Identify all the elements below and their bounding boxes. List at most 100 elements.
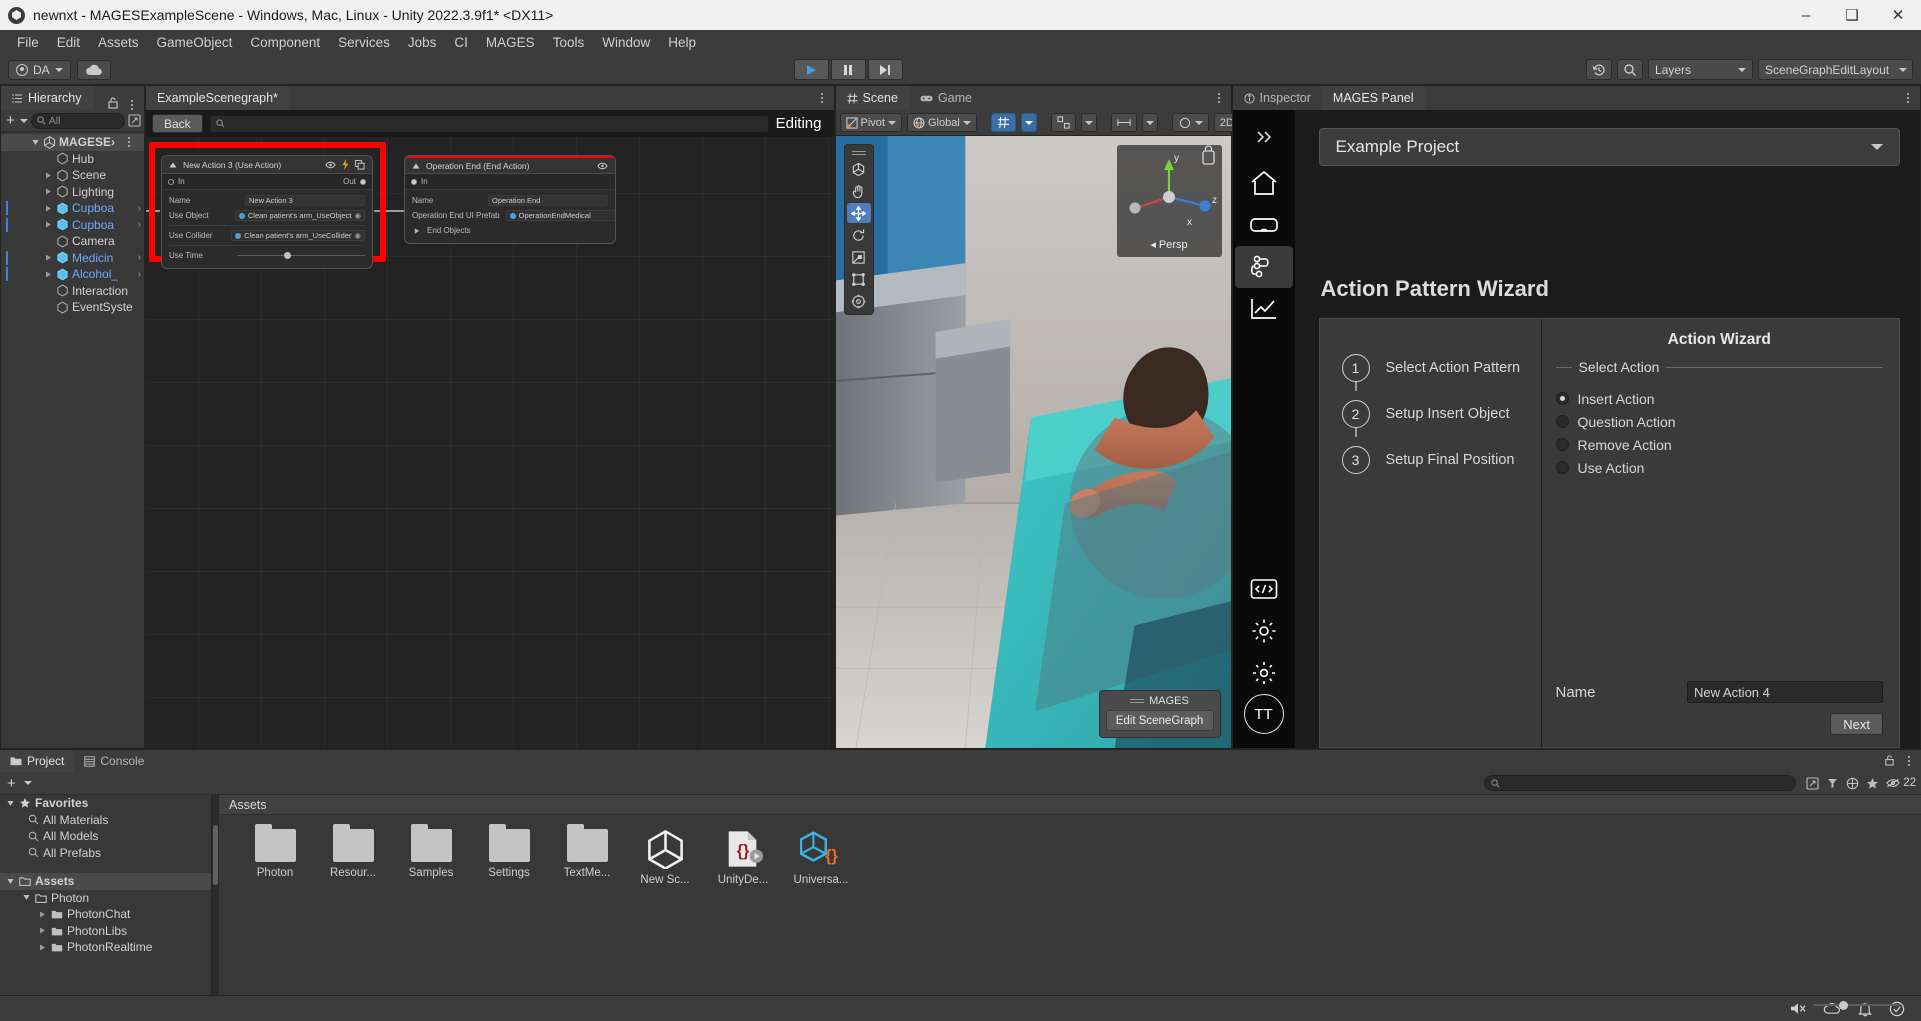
asset-zoom-slider[interactable] <box>1813 999 1899 1011</box>
hand-tool-button[interactable] <box>847 159 871 179</box>
menu-item-file[interactable]: File <box>8 30 48 55</box>
overlay-header[interactable]: MAGES <box>1100 691 1220 710</box>
eye-icon[interactable] <box>325 161 336 169</box>
hierarchy-item-hub[interactable]: Hub <box>1 151 144 168</box>
rail-vr-button[interactable] <box>1233 204 1295 246</box>
slider-knob[interactable] <box>284 252 291 259</box>
view-tool-dropdown[interactable] <box>1141 113 1158 132</box>
scene-tool-strip[interactable] <box>843 144 874 315</box>
menu-item-services[interactable]: Services <box>329 30 399 55</box>
layers-dropdown[interactable]: Layers <box>1648 59 1753 80</box>
menu-item-window[interactable]: Window <box>593 30 659 55</box>
chevron-right-icon[interactable] <box>31 139 40 146</box>
scene-view-gizmo[interactable]: y z x ◂ Persp <box>1116 145 1222 257</box>
project-selector-dropdown[interactable]: Example Project <box>1318 128 1900 166</box>
hierarchy-item-lighting[interactable]: Lighting <box>1 184 144 201</box>
step-button[interactable] <box>867 59 903 80</box>
search-button[interactable] <box>1617 59 1643 80</box>
rect-tool-button[interactable] <box>847 269 871 289</box>
view-tool-button[interactable] <box>1110 113 1137 132</box>
chevron-down-icon[interactable] <box>19 118 28 123</box>
grip-icon[interactable] <box>1130 698 1145 703</box>
node-field-end-objects[interactable]: End Objects <box>405 223 615 238</box>
graph-node-use-action[interactable]: New Action 3 (Use Action) In Out Name Ne… <box>161 155 373 269</box>
project-tree-photonchat[interactable]: PhotonChat <box>0 906 211 923</box>
menu-item-jobs[interactable]: Jobs <box>399 30 446 55</box>
chevron-right-icon[interactable] <box>44 205 53 212</box>
wizard-step-3[interactable]: 3 Setup Final Position <box>1341 437 1541 483</box>
rail-analytics-button[interactable] <box>1233 288 1295 330</box>
maximize-button[interactable]: ❑ <box>1829 0 1875 30</box>
gizmo-perspective-label[interactable]: ◂ Persp <box>1117 238 1222 251</box>
next-button[interactable]: Next <box>1830 713 1883 735</box>
asset-item[interactable]: Photon <box>243 824 307 879</box>
object-picker-icon[interactable]: ◉ <box>354 231 361 240</box>
hierarchy-item-medicine[interactable]: Medicin › <box>1 250 144 267</box>
node-out-port[interactable]: Out <box>343 177 366 186</box>
menu-item-assets[interactable]: Assets <box>89 30 148 55</box>
scale-tool-button[interactable] <box>847 247 871 267</box>
menu-item-tools[interactable]: Tools <box>544 30 594 55</box>
project-tree-scrollbar[interactable] <box>212 795 219 995</box>
add-gameobject-button[interactable]: + <box>4 113 17 128</box>
node-field-name[interactable]: Name Operation End <box>405 193 615 208</box>
hierarchy-item-interaction[interactable]: Interaction <box>1 283 144 300</box>
global-dropdown[interactable]: Global <box>906 113 977 132</box>
project-tree-all-materials[interactable]: All Materials <box>0 812 211 829</box>
menu-item-mages[interactable]: MAGES <box>477 30 544 55</box>
collapse-icon[interactable] <box>169 162 177 168</box>
undo-history-button[interactable] <box>1586 59 1612 80</box>
hidden-assets-badge[interactable]: 22 <box>1886 777 1916 789</box>
project-tree-all-prefabs[interactable]: All Prefabs <box>0 845 211 862</box>
project-tree-photonlibs[interactable]: PhotonLibs <box>0 923 211 940</box>
radio-button-icon[interactable] <box>1555 392 1569 405</box>
chevron-right-icon[interactable]: › <box>138 269 141 280</box>
chevron-right-icon[interactable]: › <box>138 252 141 263</box>
scrollbar-thumb[interactable] <box>213 825 218 885</box>
back-button[interactable]: Back <box>152 114 203 133</box>
scenegraph-canvas[interactable]: New Action 3 (Use Action) In Out Name Ne… <box>146 137 834 748</box>
menu-item-gameobject[interactable]: GameObject <box>148 30 242 55</box>
transform-tool-button[interactable] <box>847 291 871 311</box>
scenegraph-search-input[interactable] <box>209 114 769 133</box>
asset-grid-body[interactable]: Photon Resour... Samples Settings TextMe… <box>219 815 1921 995</box>
grid-snap-dropdown[interactable] <box>1020 113 1037 132</box>
shading-mode-button[interactable] <box>1171 113 1209 132</box>
create-asset-button[interactable]: + <box>5 776 18 791</box>
hierarchy-item-root[interactable]: MAGESE› <box>1 134 144 151</box>
inspector-menu-icon[interactable] <box>1900 93 1916 103</box>
snap-increment-button[interactable] <box>1050 113 1076 132</box>
chevron-right-icon[interactable] <box>44 172 53 179</box>
collapse-rail-button[interactable] <box>1233 116 1295 158</box>
asset-item[interactable]: {} UnityDe... <box>711 829 775 886</box>
radio-insert-action[interactable]: Insert Action <box>1555 387 1884 410</box>
duplicate-icon[interactable] <box>355 159 365 170</box>
chevron-right-icon[interactable] <box>6 800 15 807</box>
asset-item[interactable]: Settings <box>477 824 541 879</box>
radio-use-action[interactable]: Use Action <box>1555 456 1884 479</box>
tab-hierarchy[interactable]: Hierarchy <box>1 86 93 110</box>
lightning-icon[interactable] <box>342 159 349 170</box>
pivot-dropdown[interactable]: Pivot <box>839 113 902 132</box>
grid-snap-button[interactable] <box>990 113 1016 132</box>
tab-project[interactable]: Project <box>0 750 75 772</box>
pan-tool-button[interactable] <box>847 181 871 201</box>
project-menu-icon[interactable] <box>1901 756 1917 766</box>
edit-scenegraph-button[interactable]: Edit SceneGraph <box>1105 710 1214 731</box>
hierarchy-item-eventsystem[interactable]: EventSyste <box>1 299 144 316</box>
node-field-use-object[interactable]: Use Object Clean patient's arm_UseObject… <box>162 208 372 223</box>
chevron-right-icon[interactable] <box>22 894 31 901</box>
hierarchy-scene-menu-icon[interactable] <box>121 137 137 148</box>
radio-remove-action[interactable]: Remove Action <box>1555 433 1884 456</box>
lock-icon[interactable] <box>1884 754 1898 768</box>
project-tree[interactable]: Favorites All Materials All Models All P… <box>0 795 212 995</box>
save-search-icon[interactable] <box>1806 776 1819 790</box>
hierarchy-search-input[interactable]: All <box>30 112 125 129</box>
radio-question-action[interactable]: Question Action <box>1555 410 1884 433</box>
eye-icon[interactable] <box>597 162 608 170</box>
toolstrip-drag-handle[interactable] <box>847 148 871 157</box>
wizard-step-1[interactable]: 1 Select Action Pattern <box>1341 345 1541 391</box>
filter-favorite-icon[interactable] <box>1866 777 1879 790</box>
close-button[interactable]: ✕ <box>1875 0 1921 30</box>
hierarchy-item-alcohol[interactable]: Alcohol_ › <box>1 266 144 283</box>
